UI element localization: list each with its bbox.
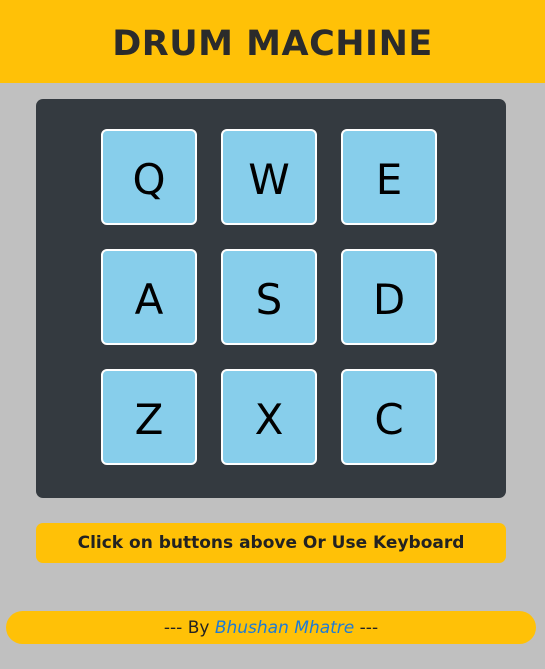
instruction-text: Click on buttons above Or Use Keyboard: [77, 533, 465, 553]
author-link[interactable]: Bhushan Mhatre: [215, 618, 354, 638]
drum-pad-label: X: [254, 394, 284, 444]
footer-suffix: ---: [354, 617, 379, 638]
drum-pad-label: Z: [134, 394, 164, 444]
drum-pad-label: Q: [132, 154, 166, 204]
header-bar: DRUM MACHINE: [0, 0, 545, 83]
drum-pad-s[interactable]: S: [221, 249, 317, 345]
drum-pad-label: A: [134, 274, 164, 324]
footer-prefix: --- By: [163, 617, 215, 638]
drum-pad-z[interactable]: Z: [101, 369, 197, 465]
instruction-display: Click on buttons above Or Use Keyboard: [36, 523, 506, 563]
drum-pad-d[interactable]: D: [341, 249, 437, 345]
drum-pad-x[interactable]: X: [221, 369, 317, 465]
drum-pad-panel: Q W E A S D Z X C: [36, 99, 506, 498]
drum-pad-c[interactable]: C: [341, 369, 437, 465]
drum-pad-a[interactable]: A: [101, 249, 197, 345]
drum-pad-label: E: [375, 154, 403, 204]
drum-pad-e[interactable]: E: [341, 129, 437, 225]
drum-pad-label: D: [372, 274, 406, 324]
drum-pad-label: W: [248, 154, 290, 204]
drum-pad-q[interactable]: Q: [101, 129, 197, 225]
page-title: DRUM MACHINE: [112, 23, 433, 64]
footer-credit: --- By Bhushan Mhatre ---: [6, 611, 536, 644]
drum-pad-label: C: [374, 394, 404, 444]
drum-pad-label: S: [255, 274, 283, 324]
drum-pad-w[interactable]: W: [221, 129, 317, 225]
